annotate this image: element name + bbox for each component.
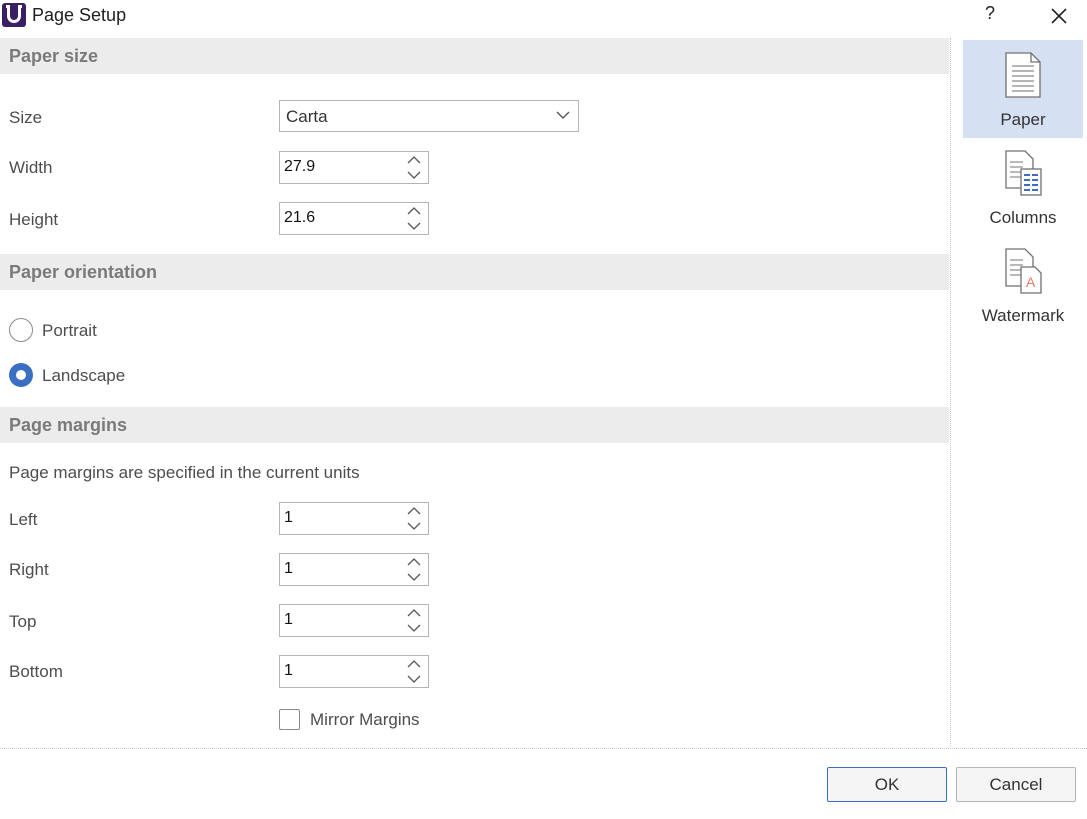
landscape-label[interactable]: Landscape	[42, 366, 125, 386]
section-title: Page margins	[9, 415, 128, 435]
portrait-radio[interactable]	[9, 318, 33, 342]
decrement-down-icon[interactable]	[406, 622, 422, 634]
chevron-down-icon	[556, 111, 570, 119]
margins-note: Page margins are specified in the curren…	[9, 463, 360, 482]
decrement-down-icon[interactable]	[406, 220, 422, 232]
right-margin-spinner	[279, 553, 429, 586]
nav-item-label: Watermark	[981, 306, 1065, 325]
section-title: Paper size	[9, 46, 99, 66]
top-margin-spinner	[279, 604, 429, 637]
left-margin-input[interactable]	[284, 508, 394, 528]
right-margin-input[interactable]	[284, 559, 394, 579]
ok-button[interactable]: OK	[827, 767, 947, 802]
top-margin-label: Top	[9, 612, 37, 631]
portrait-label[interactable]: Portrait	[42, 321, 97, 341]
increment-up-icon[interactable]	[406, 658, 422, 670]
svg-text:A: A	[1026, 274, 1036, 290]
nav-item-paper[interactable]: Paper	[963, 40, 1083, 138]
horizontal-divider	[0, 748, 1087, 749]
bottom-margin-input[interactable]	[284, 661, 394, 681]
increment-up-icon[interactable]	[406, 607, 422, 619]
width-input[interactable]	[284, 157, 394, 177]
watermark-page-icon: A	[1005, 248, 1042, 294]
close-button[interactable]	[1046, 3, 1072, 29]
decrement-down-icon[interactable]	[406, 571, 422, 583]
bottom-margin-spinner	[279, 655, 429, 688]
size-dropdown-value: Carta	[286, 107, 328, 126]
decrement-down-icon[interactable]	[406, 169, 422, 181]
right-margin-label: Right	[9, 560, 49, 579]
help-button[interactable]: ?	[982, 3, 998, 27]
paper-size-section-header: Paper size	[0, 38, 949, 74]
increment-up-icon[interactable]	[406, 154, 422, 166]
increment-up-icon[interactable]	[406, 205, 422, 217]
width-label: Width	[9, 158, 53, 177]
decrement-down-icon[interactable]	[406, 520, 422, 532]
orientation-section-header: Paper orientation	[0, 254, 949, 290]
page-margins-section-header: Page margins	[0, 407, 949, 443]
cancel-button[interactable]: Cancel	[956, 767, 1076, 802]
size-dropdown[interactable]: Carta	[279, 100, 579, 132]
mirror-margins-label[interactable]: Mirror Margins	[310, 710, 420, 730]
app-logo-icon	[2, 3, 26, 27]
columns-page-icon	[1005, 150, 1042, 196]
decrement-down-icon[interactable]	[406, 673, 422, 685]
nav-item-watermark[interactable]: A Watermark	[963, 236, 1083, 334]
close-icon	[1051, 8, 1067, 24]
height-spinner	[279, 202, 429, 235]
landscape-radio[interactable]	[9, 363, 33, 387]
nav-item-label: Paper	[1000, 110, 1046, 129]
mirror-margins-checkbox[interactable]	[279, 709, 300, 730]
left-margin-label: Left	[9, 510, 38, 529]
height-input[interactable]	[284, 208, 394, 228]
section-title: Paper orientation	[9, 262, 158, 282]
height-label: Height	[9, 210, 59, 229]
increment-up-icon[interactable]	[406, 505, 422, 517]
vertical-divider	[950, 38, 951, 746]
bottom-margin-label: Bottom	[9, 662, 63, 681]
top-margin-input[interactable]	[284, 610, 394, 630]
page-icon	[1005, 52, 1041, 98]
window-title: Page Setup	[32, 5, 127, 25]
width-spinner	[279, 151, 429, 184]
size-label: Size	[9, 108, 43, 127]
left-margin-spinner	[279, 502, 429, 535]
nav-item-label: Columns	[989, 208, 1057, 227]
increment-up-icon[interactable]	[406, 556, 422, 568]
nav-item-columns[interactable]: Columns	[963, 138, 1083, 236]
